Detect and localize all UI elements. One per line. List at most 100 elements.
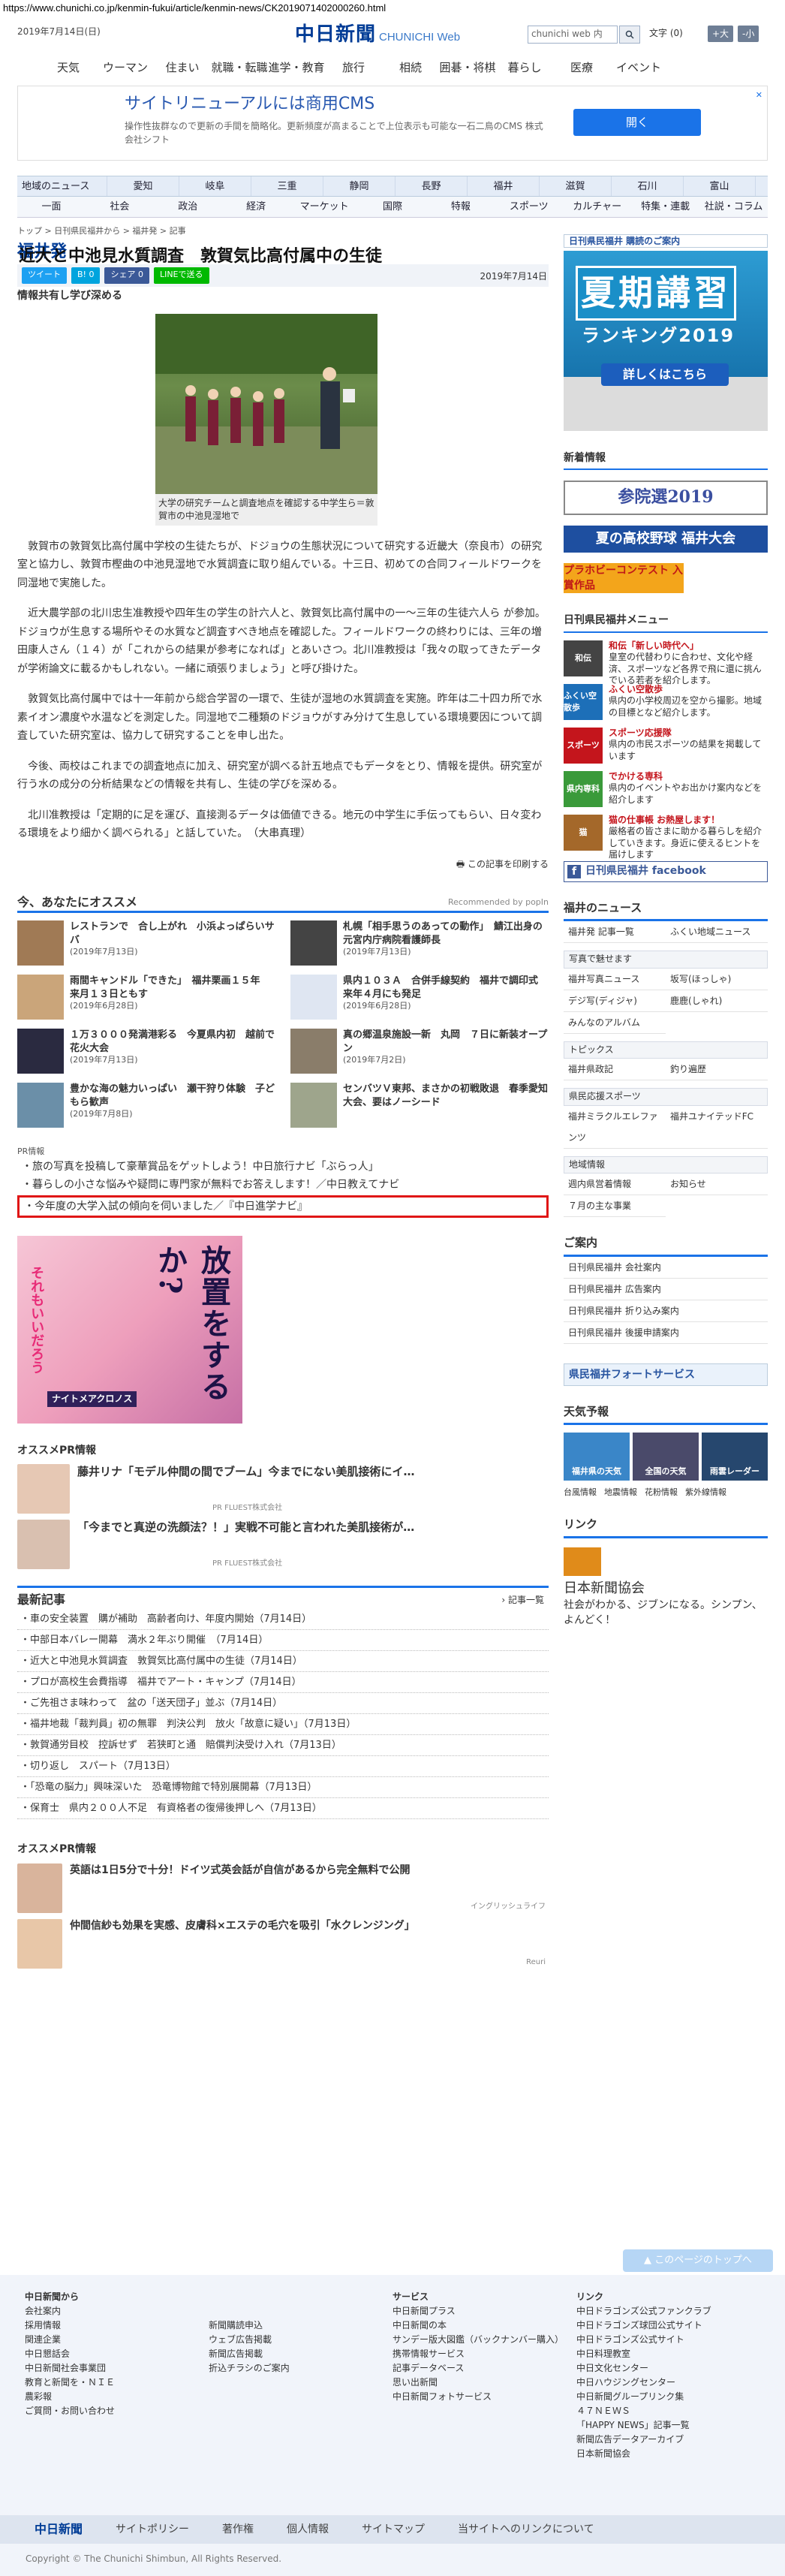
recommend-item[interactable]: 真の郷温泉施設一新 丸岡 ７日に新装オープン (2019年7月2日) (290, 1029, 549, 1075)
subscription-banner[interactable]: 日刊県民福井 購読のご案内 (564, 234, 768, 248)
pr-link-highlighted[interactable]: ・今年度の大学入試の傾向を伺いました／『中日進学ナビ』 (17, 1195, 549, 1219)
recommend-item[interactable]: 県内１０３Ａ 合併手線契約 福井で調印式 来年４月にも発足 (2019年6月28日… (290, 975, 549, 1021)
search-button[interactable] (619, 26, 640, 44)
close-icon[interactable]: ✕ (756, 89, 762, 101)
footer-bar-link[interactable]: サイトマップ (345, 2522, 441, 2537)
goan-link[interactable]: 日刊県民福井 後援申請案内 (564, 1322, 768, 1344)
menu-item[interactable]: 猫猫の仕事帳 お熱屋します！ 厳格者の皆さまに助かる暮らしを紹介していきます。身近… (564, 814, 768, 860)
news-link[interactable]: 坂写(ほっしゃ) (666, 969, 768, 990)
footer-link[interactable]: 中日ドラゴンズ公式ファンクラブ (576, 2304, 760, 2318)
footer-link[interactable]: 中日ドラゴンズ公式サイト (576, 2333, 760, 2347)
recommend-item[interactable]: レストランで 合し上がれ 小浜よっぱらいサバ (2019年7月13日) (17, 920, 275, 967)
footer-link[interactable]: サンデー版大図鑑（バックナンバー購入） (392, 2333, 576, 2347)
footer-link[interactable]: 日本新聞協会 (576, 2447, 760, 2461)
footer-link[interactable]: 中日新聞社会事業団 (25, 2361, 209, 2376)
gnav-item[interactable]: 進学・教育 (268, 60, 325, 77)
rain-radar-button[interactable]: 雨雲レーダー (702, 1433, 768, 1481)
goan-link[interactable]: 日刊県民福井 広告案内 (564, 1279, 768, 1300)
footer-link[interactable]: 会社案内 (25, 2304, 209, 2318)
print-link[interactable]: 🖶 この記事を印刷する (17, 858, 549, 871)
category-nav-item[interactable]: スポーツ (495, 197, 563, 217)
kaki-details-button[interactable]: 詳しくはこちら (601, 363, 729, 386)
search-input[interactable]: chunichi web 内 (528, 26, 618, 44)
region-nav-item[interactable]: 三重 (251, 176, 323, 196)
gnav-item[interactable]: 医療 (553, 60, 610, 77)
footer-link[interactable]: 中日ハウジングセンター (576, 2376, 760, 2390)
footer-link[interactable]: 折込チラシのご案内 (209, 2361, 392, 2376)
category-nav-item[interactable]: 経済 (222, 197, 290, 217)
region-nav-item[interactable]: 岐阜 (179, 176, 251, 196)
footer-bar-link[interactable]: 個人情報 (270, 2522, 345, 2537)
recommend-item[interactable]: 札幌「相手思うのあっての動作」 鯖江出身の元宮内庁病院看護師長 (2019年7月1… (290, 920, 549, 967)
url-bar[interactable]: https://www.chunichi.co.jp/kenmin-fukui/… (0, 0, 785, 17)
region-nav-item[interactable]: 富山 (684, 176, 756, 196)
latest-item[interactable]: ・保育士 県内２００人不足 有資格者の復帰後押しへ（7月13日） (17, 1798, 549, 1820)
footer-link[interactable]: 中日ドラゴンズ球団公式サイト (576, 2318, 760, 2333)
menu-item[interactable]: ふくい空散歩 ふくい空散歩 県内の小学校周辺を空から撮影。地域の目標となど紹介します… (564, 683, 768, 720)
footer-link[interactable]: 思い出新聞 (392, 2376, 576, 2390)
news-link[interactable]: お知らせ (666, 1174, 768, 1195)
menu-item[interactable]: 県内専科 でかける専科 県内のイベントやお出かけ案内などを紹介します (564, 770, 768, 807)
footer-bar-link[interactable]: 著作権 (206, 2522, 270, 2537)
press-assoc-link[interactable]: 日本新聞協会 社会がわかる、ジブンになる。シンプン、よんどく！ (564, 1547, 768, 1628)
footer-link[interactable]: 「HAPPY NEWS」記事一覧 (576, 2418, 760, 2433)
ad-title[interactable]: サイトリニューアルには商用CMS (125, 92, 374, 116)
gnav-item[interactable]: 囲碁・将棋 (439, 60, 496, 77)
latest-item[interactable]: ・切り返し スパート（7月13日） (17, 1756, 549, 1778)
news-link[interactable]: 鹿鹿(しゃれ) (666, 990, 768, 1012)
category-nav-item[interactable]: カルチャー (563, 197, 631, 217)
category-nav-item[interactable]: 政治 (154, 197, 222, 217)
news-link[interactable]: ふくい地域ニュース (666, 921, 768, 944)
news-link[interactable]: 週内県営着情報 (564, 1174, 666, 1195)
baseball-banner[interactable]: 夏の高校野球 福井大会 (564, 526, 768, 553)
latest-item[interactable]: ・ご先祖さま味わって 盆の「送天団子」並ぶ（7月14日） (17, 1693, 549, 1715)
osusume2-item[interactable]: 仲間信紗も効果を実感、皮膚科×エステの毛穴を吸引「水クレンジング」 Reuri (17, 1918, 549, 1969)
weather-national-button[interactable]: 全国の天気 (633, 1433, 699, 1481)
recommend-item[interactable]: 豊かな海の魅力いっぱい 瀬干狩り体験 子どもら歓声 (2019年7月8日) (17, 1083, 275, 1129)
latest-item[interactable]: ・車の安全装置 購が補助 高齢者向け、年度内開始（7月14日） (17, 1609, 549, 1631)
category-nav-item[interactable]: 特集・連載 (631, 197, 699, 217)
weather-link[interactable]: 紫外線情報 (685, 1487, 726, 1499)
region-nav-item[interactable]: 愛知 (107, 176, 179, 196)
osusume-item[interactable]: 藤井リナ「モデル仲間の間でブーム」今までにない美肌接術にイ… PR FLUEST株… (17, 1464, 549, 1514)
region-nav-item[interactable]: 石川 (612, 176, 684, 196)
category-nav-item[interactable]: 特報 (426, 197, 495, 217)
election-banner[interactable]: 参院選2019 (564, 481, 768, 516)
back-to-top-button[interactable]: ▲ このページのトップへ (623, 2249, 773, 2272)
pr-link[interactable]: ・旅の写真を投稿して豪華賞品をゲットしよう！中日旅行ナビ「ぶらっ人」 (17, 1158, 549, 1176)
footer-link[interactable]: 中日新聞グループリンク集 (576, 2390, 760, 2404)
region-nav-item[interactable]: 滋賀 (540, 176, 612, 196)
menu-item[interactable]: スポーツ スポーツ応援隊 県内の市民スポーツの結果を掲載しています (564, 727, 768, 764)
weather-fukui-button[interactable]: 福井県の天気 (564, 1433, 630, 1481)
footer-link[interactable]: 中日新聞フォトサービス (392, 2390, 576, 2404)
region-nav-item[interactable]: 静岡 (323, 176, 396, 196)
region-nav-item[interactable]: 長野 (396, 176, 468, 196)
gnav-item[interactable]: 旅行 (325, 60, 382, 77)
gnav-item[interactable]: 住まい (154, 60, 211, 77)
gnav-item[interactable]: 天気 (40, 60, 97, 77)
latest-item[interactable]: ・「恐竜の脳力」興味深いた 恐竜博物館で特別展開幕（7月13日） (17, 1777, 549, 1799)
font-plus-button[interactable]: +大 (708, 26, 734, 42)
footer-link[interactable]: 中日料理教室 (576, 2347, 760, 2361)
goan-link[interactable]: 日刊県民福井 折り込み案内 (564, 1300, 768, 1322)
ad-open-button[interactable]: 開く (573, 109, 701, 136)
goan-link[interactable]: 日刊県民福井 会社案内 (564, 1257, 768, 1279)
footer-logo[interactable]: 中日新聞 (18, 2520, 99, 2538)
gnav-item[interactable]: 就職・転職 (211, 60, 268, 77)
news-link[interactable]: 釣り遍歴 (666, 1059, 768, 1081)
footer-link[interactable]: 関連企業 (25, 2333, 209, 2347)
gnav-item[interactable]: 相続 (382, 60, 439, 77)
footer-link[interactable]: 新聞購読申込 (209, 2318, 392, 2333)
recommend-item[interactable]: センバツＶ東邦、まさかの初戦敗退 春季愛知大会、要はノーシード (290, 1083, 549, 1129)
weather-link[interactable]: 花粉情報 (645, 1487, 678, 1499)
font-minus-button[interactable]: -小 (738, 26, 759, 42)
gnav-item[interactable]: ウーマン (97, 60, 154, 77)
region-nav-item[interactable]: 福井 (468, 176, 540, 196)
category-nav-item[interactable]: 社会 (86, 197, 154, 217)
latest-item[interactable]: ・中部日本バレー開幕 満水２年ぶり開催 （7月14日） (17, 1630, 549, 1652)
latest-item[interactable]: ・福井地裁「裁判員」初の無罪 判決公判 放火「故意に疑い」（7月13日） (17, 1714, 549, 1736)
menu-item[interactable]: 和伝 和伝「新しい時代へ」 皇室の代替わりに合わせ、文化や経済、スポーツなど各界で飛… (564, 640, 768, 685)
news-link[interactable]: 福井発 記事一覧 (564, 921, 666, 944)
footer-link[interactable]: 新聞広告データアーカイブ (576, 2433, 760, 2447)
site-logo[interactable]: 中日新聞 CHUNICHI Web (295, 21, 460, 50)
